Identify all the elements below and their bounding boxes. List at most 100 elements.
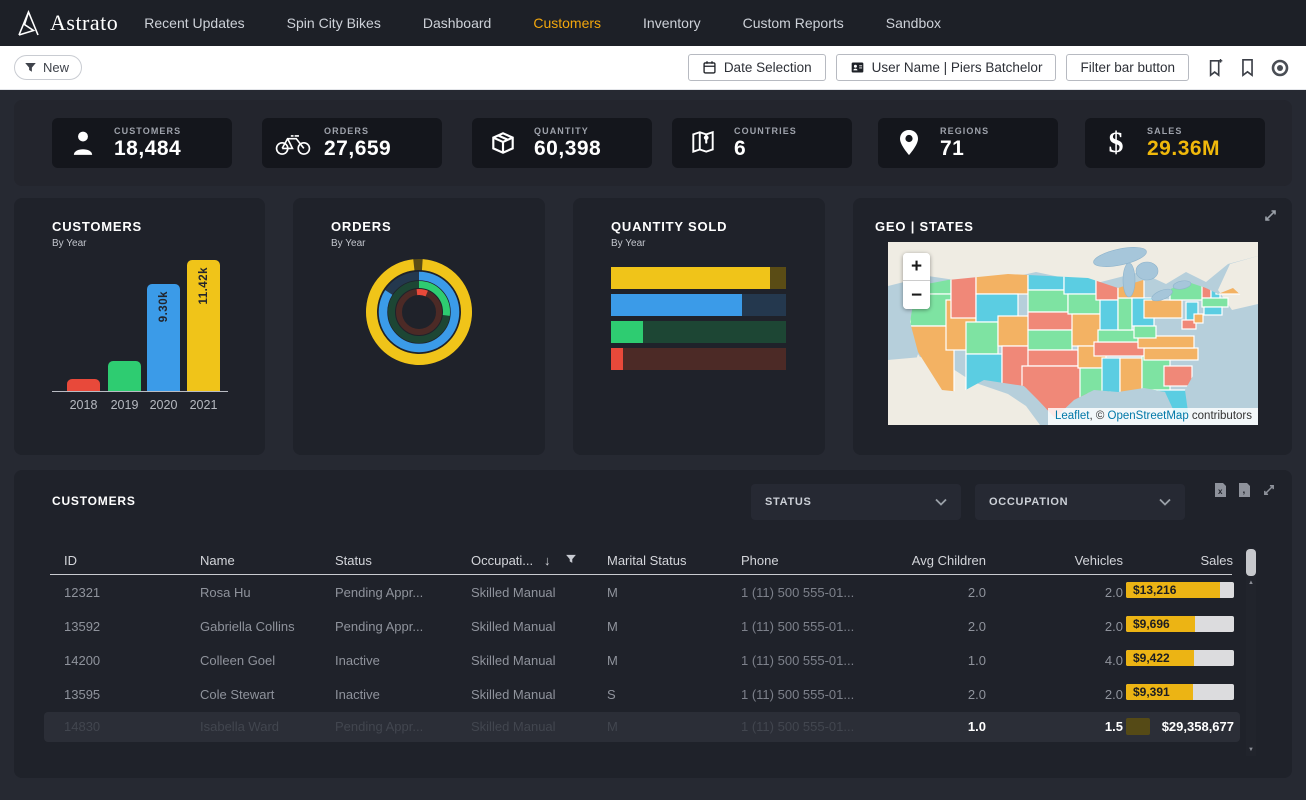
cell-marital: S (607, 687, 616, 702)
geo-states-map-card: GEO | STATES (853, 198, 1292, 455)
cell-avg-children: 2.0 (886, 687, 986, 702)
col-header-sales[interactable]: Sales (1163, 553, 1233, 568)
cell-status: Inactive (335, 687, 380, 702)
cell-occupation: Skilled Manual (471, 687, 556, 702)
bookmark-add-icon[interactable] (1207, 58, 1225, 78)
new-filter-pill[interactable]: New (14, 55, 82, 80)
nav-item-inventory[interactable]: Inventory (643, 15, 701, 31)
package-icon (472, 129, 534, 157)
nav-item-sandbox[interactable]: Sandbox (886, 15, 941, 31)
kpi-label: COUNTRIES (734, 126, 797, 136)
export-csv-icon[interactable]: , (1238, 482, 1251, 498)
attribution-separator: , © (1089, 410, 1107, 422)
us-states-choropleth (888, 242, 1258, 425)
leaflet-link[interactable]: Leaflet (1055, 410, 1090, 422)
col-header-id[interactable]: ID (64, 553, 77, 568)
cell-vehicles: 2.0 (1043, 585, 1123, 600)
new-filter-label: New (43, 60, 69, 75)
kpi-strip: CUSTOMERS 18,484 ORDERS 27,659 QUANTITY … (14, 100, 1292, 186)
chart-subtitle: By Year (611, 238, 645, 249)
donut-ring-2018 (399, 292, 439, 332)
cell-id: 13592 (64, 619, 100, 634)
table-panel-icons: x , (1214, 482, 1276, 498)
total-sales: $29,358,677 (1134, 719, 1234, 734)
table-row[interactable]: 12321 Rosa Hu Pending Appr... Skilled Ma… (50, 576, 1232, 610)
scrollbar-up-icon[interactable]: ▲ (1246, 580, 1256, 586)
ghost-cell-phone: 1 (11) 500 555-01... (741, 719, 854, 734)
nav-item-recent-updates[interactable]: Recent Updates (144, 15, 244, 31)
cell-marital: M (607, 653, 618, 668)
eye-icon[interactable] (1270, 58, 1290, 78)
cell-name: Rosa Hu (200, 585, 251, 600)
table-row[interactable]: 13592 Gabriella Collins Pending Appr... … (50, 610, 1232, 644)
col-header-avg-children[interactable]: Avg Children (886, 553, 986, 568)
kpi-value: 29.36M (1147, 137, 1220, 161)
sales-data-bar: $9,391 (1126, 684, 1234, 700)
status-filter-dropdown[interactable]: STATUS (751, 484, 961, 520)
kpi-value: 18,484 (114, 137, 181, 161)
col-header-marital-status[interactable]: Marital Status (607, 553, 686, 568)
kpi-label: QUANTITY (534, 126, 601, 136)
bicycle-icon (262, 130, 324, 156)
kpi-value: 6 (734, 137, 797, 161)
cell-avg-children: 2.0 (886, 619, 986, 634)
ghost-cell-occupation: Skilled Manual (471, 719, 556, 734)
bar-value-label: 9.30k (158, 291, 170, 322)
col-header-phone[interactable]: Phone (741, 553, 779, 568)
openstreetmap-link[interactable]: OpenStreetMap (1108, 410, 1189, 422)
dropdown-label: OCCUPATION (989, 496, 1068, 508)
dashboard-page: Astrato Recent Updates Spin City Bikes D… (0, 0, 1306, 800)
cell-id: 13595 (64, 687, 100, 702)
calendar-icon (702, 60, 717, 75)
scrollbar-down-icon[interactable]: ▼ (1246, 747, 1256, 753)
date-selection-button[interactable]: Date Selection (688, 54, 826, 81)
ghost-cell-status: Pending Appr... (335, 719, 423, 734)
export-excel-icon[interactable]: x (1214, 482, 1227, 498)
pin-icon (878, 129, 940, 157)
expand-icon[interactable] (1262, 483, 1276, 497)
funnel-icon (24, 61, 37, 74)
nav-item-customers[interactable]: Customers (533, 15, 601, 31)
bookmark-icon[interactable] (1240, 58, 1255, 78)
bar-value-label: 11.42k (198, 267, 210, 305)
col-header-name[interactable]: Name (200, 553, 235, 568)
scrollbar-thumb[interactable] (1246, 549, 1256, 576)
filter-bar-button[interactable]: Filter bar button (1066, 54, 1189, 81)
column-filter-funnel-icon[interactable] (565, 553, 577, 565)
filter-bar-label: Filter bar button (1080, 60, 1175, 75)
x-tick-2021: 2021 (183, 398, 224, 412)
occupation-filter-dropdown[interactable]: OCCUPATION (975, 484, 1185, 520)
map-zoom-control: + − (903, 253, 930, 309)
nav-items: Recent Updates Spin City Bikes Dashboard… (144, 15, 941, 31)
map-zoom-in-button[interactable]: + (903, 253, 930, 281)
col-header-vehicles[interactable]: Vehicles (1043, 553, 1123, 568)
customers-table-panel: CUSTOMERS STATUS OCCUPATION x , (14, 470, 1292, 778)
map-zoom-out-button[interactable]: − (903, 281, 930, 309)
table-scrollbar[interactable]: ▲ ▼ (1246, 548, 1256, 756)
expand-icon[interactable] (1263, 208, 1278, 223)
cell-id: 12321 (64, 585, 100, 600)
brand[interactable]: Astrato (16, 10, 118, 37)
bar-2020: 9.30k (147, 284, 180, 391)
total-vehicles: 1.5 (1043, 719, 1123, 734)
sort-descending-icon[interactable]: ↓ (544, 553, 551, 568)
col-header-status[interactable]: Status (335, 553, 372, 568)
nav-item-dashboard[interactable]: Dashboard (423, 15, 492, 31)
x-axis-line (52, 391, 228, 392)
cell-vehicles: 2.0 (1043, 619, 1123, 634)
sales-data-bar: $9,422 (1126, 650, 1234, 666)
table-row[interactable]: 13595 Cole Stewart Inactive Skilled Manu… (50, 678, 1232, 712)
user-name-button[interactable]: User Name | Piers Batchelor (836, 54, 1057, 81)
date-selection-label: Date Selection (724, 60, 812, 75)
hbar-2021 (611, 267, 786, 289)
cell-sales: $9,391 (1133, 685, 1170, 699)
col-header-occupation[interactable]: Occupati... (471, 553, 533, 568)
leaflet-map[interactable]: + − Leaflet, © OpenStreetMap contributor… (888, 242, 1258, 425)
nav-item-spin-city-bikes[interactable]: Spin City Bikes (287, 15, 381, 31)
nav-item-custom-reports[interactable]: Custom Reports (743, 15, 844, 31)
table-row[interactable]: 14200 Colleen Goel Inactive Skilled Manu… (50, 644, 1232, 678)
cell-sales: $9,696 (1133, 617, 1170, 631)
kpi-customers: CUSTOMERS 18,484 (52, 118, 232, 168)
kpi-label: SALES (1147, 126, 1220, 136)
kpi-value: 27,659 (324, 137, 391, 161)
